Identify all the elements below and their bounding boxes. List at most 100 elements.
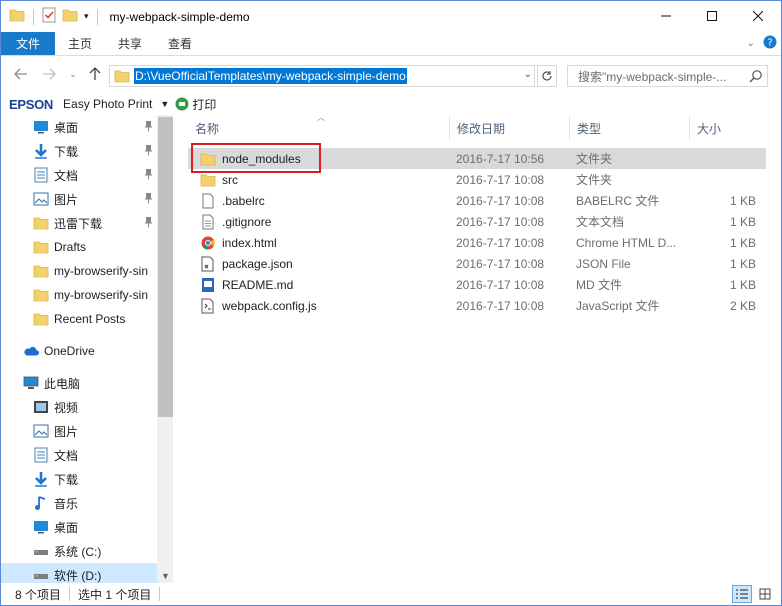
file-name: index.html [222, 235, 277, 250]
file-name-cell[interactable]: .gitignore [188, 214, 450, 230]
folder-icon [33, 287, 49, 303]
sidebar-item-pc[interactable]: 系统 (C:) [1, 539, 157, 563]
sidebar-item-pc[interactable]: 音乐 [1, 491, 157, 515]
file-size: 2 KB [729, 298, 756, 313]
desktop-icon [33, 519, 49, 535]
sidebar-item-quick-access[interactable]: 图片 [1, 187, 157, 211]
file-date: 2016-7-17 10:08 [456, 298, 545, 313]
status-bar: 8 个项目 选中 1 个项目 [1, 583, 781, 605]
customize-dropdown-icon[interactable]: ▾ [84, 11, 89, 22]
svg-text:?: ? [767, 38, 772, 49]
tab-file[interactable]: 文件 [1, 32, 56, 55]
md-file-icon [200, 277, 216, 293]
file-type: BABELRC 文件 [576, 194, 660, 208]
nav-scrollbar-thumb[interactable] [158, 117, 173, 417]
selected-count: 选中 1 个项目 [78, 587, 152, 602]
sidebar-item-onedrive[interactable]: OneDrive [1, 339, 157, 363]
back-arrow-icon[interactable] [13, 66, 29, 82]
forward-arrow-icon[interactable] [41, 66, 57, 82]
sidebar-item-pc[interactable]: 文档 [1, 443, 157, 467]
search-placeholder: 搜索"my-webpack-simple-... [578, 69, 727, 84]
new-folder-icon[interactable] [62, 8, 78, 25]
column-header-date[interactable]: 修改日期 [450, 115, 570, 141]
nav-item-label: 视频 [54, 400, 79, 415]
folder-icon [114, 69, 130, 86]
file-name: src [222, 172, 238, 187]
folder-icon [33, 263, 49, 279]
sidebar-item-quick-access[interactable]: my-browserify-sin [1, 259, 157, 283]
column-header-type[interactable]: 类型 [570, 115, 690, 141]
window-title: my-webpack-simple-demo [109, 9, 250, 24]
file-row[interactable]: .babelrc 2016-7-17 10:08 BABELRC 文件 1 KB [188, 190, 766, 211]
expand-ribbon-icon[interactable]: ⌄ [747, 38, 755, 49]
text-file-icon [200, 214, 216, 230]
file-row[interactable]: README.md 2016-7-17 10:08 MD 文件 1 KB [188, 274, 766, 295]
pin-icon [144, 168, 153, 183]
sidebar-item-quick-access[interactable]: 迅雷下载 [1, 211, 157, 235]
pin-icon [144, 192, 153, 207]
tab-home[interactable]: 主页 [55, 32, 105, 55]
drive-icon [33, 543, 49, 559]
file-name-cell[interactable]: webpack.config.js [188, 298, 450, 314]
search-input[interactable]: 搜索"my-webpack-simple-... [567, 65, 768, 87]
file-row[interactable]: webpack.config.js 2016-7-17 10:08 JavaScri… [188, 295, 766, 316]
print-button[interactable]: 打印 [175, 96, 216, 113]
scroll-down-arrow-icon[interactable]: ▼ [161, 571, 170, 581]
easy-photo-print-button[interactable]: Easy Photo Print [63, 97, 152, 111]
file-name-cell[interactable]: .babelrc [188, 193, 450, 209]
file-row[interactable]: package.json 2016-7-17 10:08 JSON File 1 KB [188, 253, 766, 274]
sidebar-item-pc[interactable]: 软件 (D:) [1, 563, 157, 583]
sidebar-item-quick-access[interactable]: my-browserify-sin [1, 283, 157, 307]
properties-icon[interactable] [42, 7, 56, 26]
refresh-button[interactable] [537, 65, 557, 87]
file-name-cell[interactable]: package.json [188, 256, 450, 272]
nav-item-label: 桌面 [54, 120, 79, 135]
up-arrow-icon[interactable] [87, 66, 103, 82]
file-name-cell[interactable]: src [188, 172, 450, 188]
column-header-size[interactable]: 大小 [690, 115, 766, 141]
folder-icon [200, 172, 216, 188]
sidebar-item-quick-access[interactable]: 桌面 [1, 115, 157, 139]
file-name-cell[interactable]: index.html [188, 235, 450, 251]
search-icon[interactable] [746, 69, 763, 86]
file-name-cell[interactable]: README.md [188, 277, 450, 293]
sidebar-item-pc[interactable]: 视频 [1, 395, 157, 419]
onedrive-icon [23, 343, 39, 359]
minimize-button[interactable] [643, 1, 689, 31]
address-path[interactable]: D:\VueOfficialTemplates\my-webpack-simpl… [134, 68, 407, 84]
sidebar-item-quick-access[interactable]: 下载 [1, 139, 157, 163]
dropdown-arrow-icon[interactable]: ▼ [160, 99, 169, 109]
document-icon [33, 167, 49, 183]
highlight-annotation-box [191, 143, 321, 173]
recent-locations-icon[interactable]: ⌄ [65, 66, 81, 82]
nav-scrollbar[interactable]: ▼ [157, 115, 173, 583]
help-icon[interactable]: ? [763, 35, 777, 52]
sidebar-item-pc[interactable]: 桌面 [1, 515, 157, 539]
sidebar-item-quick-access[interactable]: 文档 [1, 163, 157, 187]
file-row[interactable]: .gitignore 2016-7-17 10:08 文本文档 1 KB [188, 211, 766, 232]
sidebar-item-this-pc[interactable]: 此电脑 [1, 371, 157, 395]
maximize-button[interactable] [689, 1, 735, 31]
print-icon [175, 97, 189, 111]
sidebar-item-pc[interactable]: 图片 [1, 419, 157, 443]
nav-item-label: 下载 [54, 472, 79, 487]
large-icons-view-button[interactable] [755, 585, 775, 603]
close-button[interactable] [735, 1, 781, 31]
tab-share[interactable]: 共享 [105, 32, 155, 55]
details-view-button[interactable] [732, 585, 752, 603]
sidebar-item-quick-access[interactable]: Recent Posts [1, 307, 157, 331]
explorer-window: ▾ my-webpack-simple-demo 文件 主页 共享 查看 ⌄ ? [0, 0, 782, 606]
file-date: 2016-7-17 10:08 [456, 256, 545, 271]
nav-item-label: 迅雷下载 [54, 216, 103, 231]
ribbon-tabs: 文件 主页 共享 查看 ⌄ ? [1, 32, 781, 56]
column-header-name[interactable]: 名称 [174, 115, 450, 141]
sidebar-item-pc[interactable]: 下载 [1, 467, 157, 491]
file-date: 2016-7-17 10:56 [456, 151, 545, 166]
address-dropdown-icon[interactable]: ⌄ [524, 69, 532, 80]
file-row[interactable]: index.html 2016-7-17 10:08 Chrome HTML D..… [188, 232, 766, 253]
sidebar-item-quick-access[interactable]: Drafts [1, 235, 157, 259]
tab-view[interactable]: 查看 [155, 32, 205, 55]
nav-item-label: 桌面 [54, 520, 79, 535]
file-name: webpack.config.js [222, 298, 317, 313]
address-bar[interactable]: D:\VueOfficialTemplates\my-webpack-simpl… [109, 65, 535, 87]
